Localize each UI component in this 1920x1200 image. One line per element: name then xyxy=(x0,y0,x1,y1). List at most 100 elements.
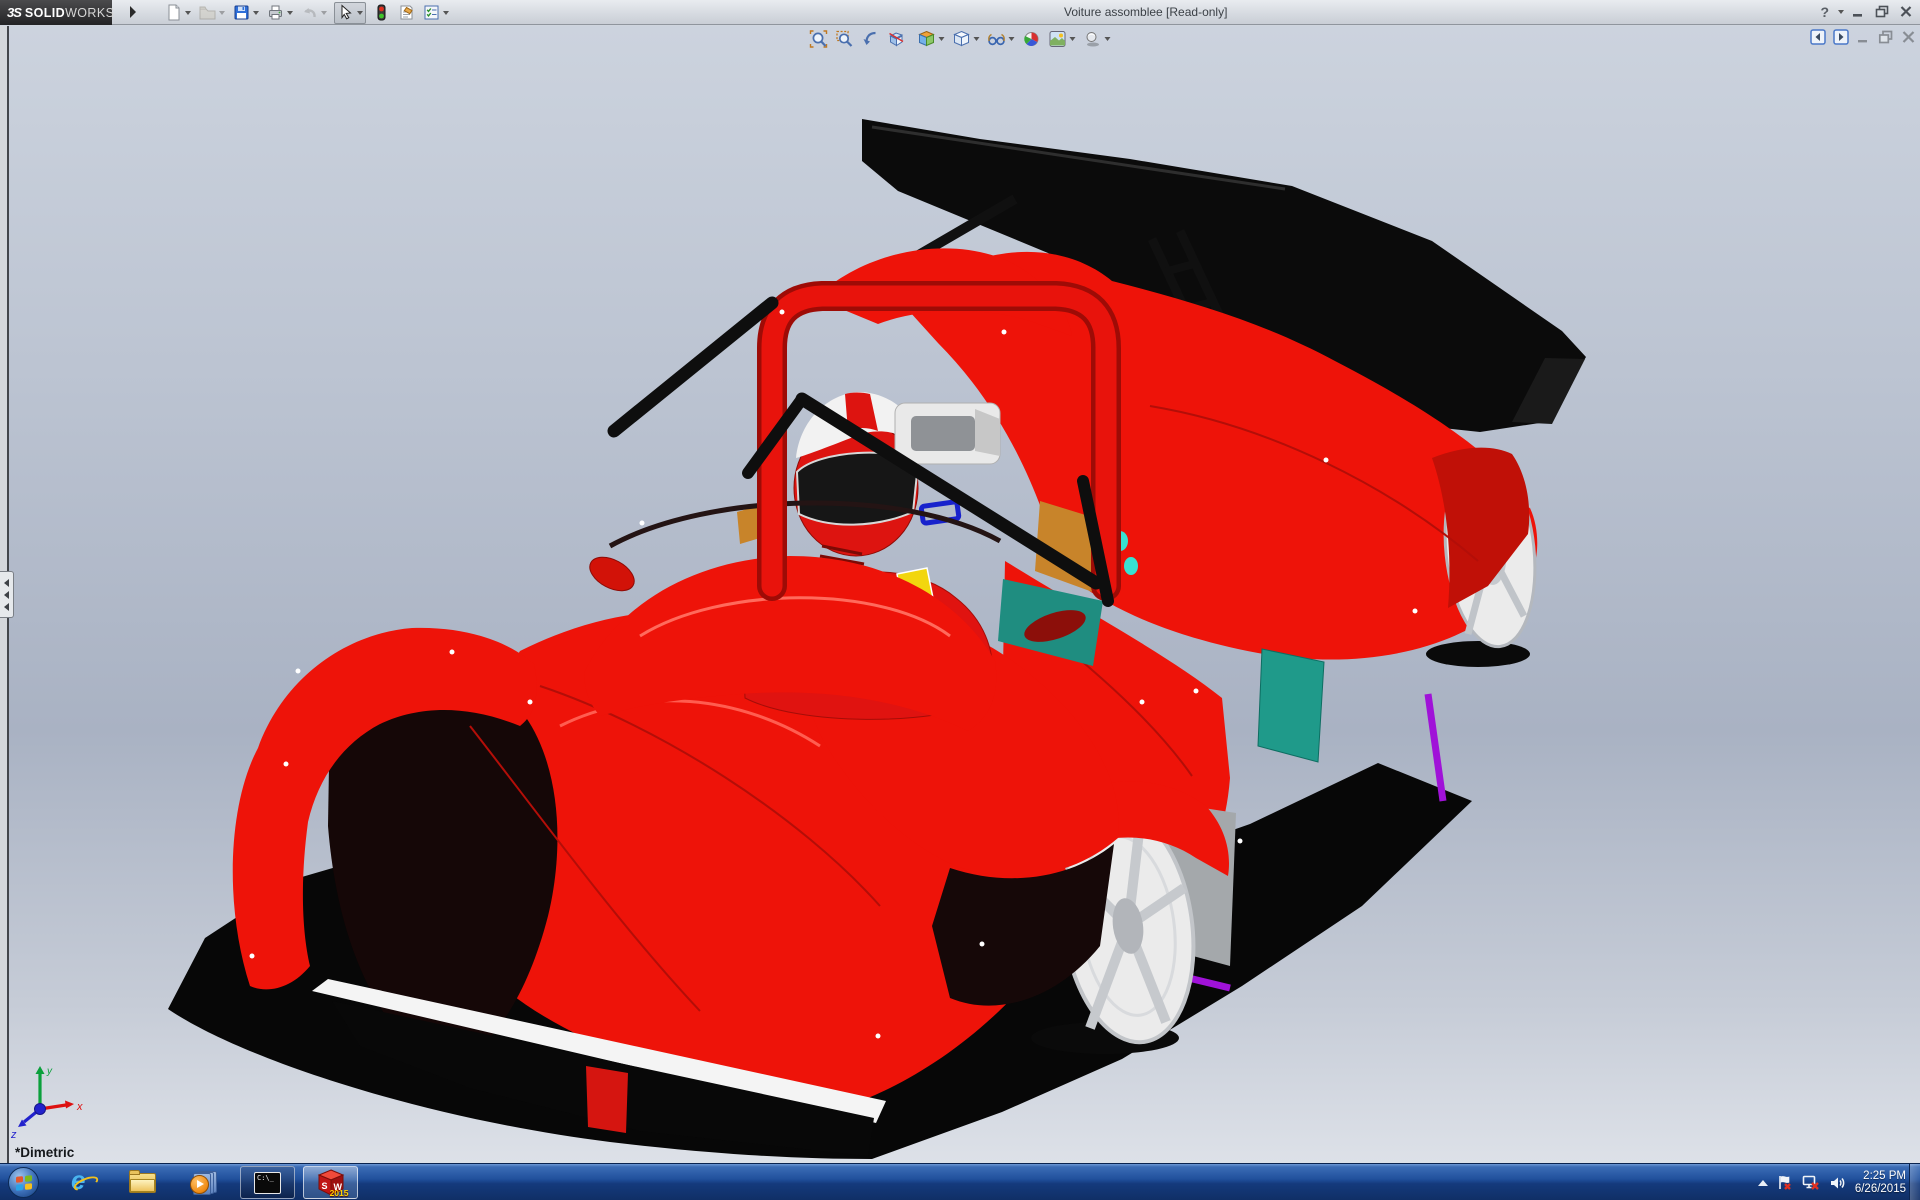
print-dropdown-caret[interactable] xyxy=(287,11,293,15)
taskbar-media-player[interactable] xyxy=(182,1166,226,1199)
start-button[interactable] xyxy=(8,1167,39,1198)
minimize-button[interactable] xyxy=(1848,2,1868,21)
side-panel-teal[interactable] xyxy=(1258,649,1324,762)
section-view-button[interactable] xyxy=(886,29,908,49)
view-settings-caret[interactable] xyxy=(1105,37,1111,41)
undo-dropdown-caret xyxy=(321,11,327,15)
triad-x-label: x xyxy=(76,1101,83,1113)
graphics-viewport[interactable]: y x z *Dimetric xyxy=(0,26,1920,1163)
apply-scene-icon xyxy=(1049,30,1067,48)
action-center-icon[interactable] xyxy=(1777,1174,1793,1191)
solidworks-version-badge: 2015 xyxy=(330,1188,349,1198)
rebuild-traffic-light-icon xyxy=(373,4,390,21)
new-document-button[interactable] xyxy=(164,2,192,24)
help-dropdown-caret[interactable] xyxy=(1838,10,1844,14)
select-tool-button[interactable] xyxy=(334,2,366,24)
media-player-icon xyxy=(190,1170,218,1196)
previous-view-icon xyxy=(862,30,880,48)
brand-works: WORKS xyxy=(65,6,114,20)
hide-show-items-caret[interactable] xyxy=(1009,37,1015,41)
close-button[interactable] xyxy=(1896,2,1916,21)
internet-explorer-icon: e xyxy=(71,1169,101,1197)
options-checklist-icon xyxy=(423,4,440,21)
edit-appearance-icon xyxy=(1023,30,1041,48)
doc-minimize-button[interactable] xyxy=(1856,30,1871,44)
window-controls: ? xyxy=(1818,2,1916,21)
zoom-to-area-icon xyxy=(836,30,854,48)
hide-show-items-button[interactable] xyxy=(986,29,1017,49)
folder-icon xyxy=(129,1173,156,1193)
tray-date: 6/26/2015 xyxy=(1855,1183,1906,1196)
side-mirror-left[interactable] xyxy=(584,550,640,597)
solidworks-icon: S W 2015 xyxy=(317,1169,345,1196)
options-button[interactable] xyxy=(422,2,450,24)
title-toolbar-bar: 3S SOLIDWORKS xyxy=(0,0,1920,25)
command-prompt-label: C:\_ xyxy=(257,1174,274,1182)
open-button xyxy=(198,2,226,24)
window-title: Voiture assomblee [Read-only] xyxy=(1064,5,1227,19)
rear-view-mirror[interactable] xyxy=(895,403,1000,464)
zoom-to-fit-button[interactable] xyxy=(808,29,830,49)
view-orientation-icon xyxy=(918,30,936,48)
save-dropdown-caret[interactable] xyxy=(253,11,259,15)
file-properties-button[interactable] xyxy=(397,2,416,24)
zoom-to-area-button[interactable] xyxy=(834,29,856,49)
new-dropdown-caret[interactable] xyxy=(185,11,191,15)
triad-y-label: y xyxy=(46,1066,53,1077)
doc-restore-button[interactable] xyxy=(1878,30,1894,44)
system-tray: 2:25 PM 6/26/2015 xyxy=(1758,1164,1906,1200)
document-window-controls xyxy=(1810,29,1916,45)
restore-icon xyxy=(1875,5,1890,18)
view-orientation-caret[interactable] xyxy=(939,37,945,41)
print-button[interactable] xyxy=(266,2,294,24)
edit-appearance-button[interactable] xyxy=(1021,29,1043,49)
restore-button[interactable] xyxy=(1872,2,1892,21)
reference-triad: y x z xyxy=(2,1062,94,1154)
race-car-model[interactable] xyxy=(168,119,1586,1159)
previous-view-button[interactable] xyxy=(860,29,882,49)
taskbar-command-prompt[interactable]: C:\_ xyxy=(240,1166,295,1199)
display-style-caret[interactable] xyxy=(974,37,980,41)
undo-button xyxy=(300,2,328,24)
pane-expand-left-button[interactable] xyxy=(1810,29,1826,45)
svg-text:S: S xyxy=(321,1181,327,1191)
options-dropdown-caret[interactable] xyxy=(443,11,449,15)
featuremanager-collapsed-tab[interactable] xyxy=(0,571,14,618)
triad-z-label: z xyxy=(10,1129,17,1141)
apply-scene-caret[interactable] xyxy=(1070,37,1076,41)
network-status-icon[interactable] xyxy=(1802,1175,1820,1191)
print-icon xyxy=(267,4,284,21)
select-cursor-icon xyxy=(337,4,354,21)
open-folder-icon xyxy=(199,4,216,21)
save-button[interactable] xyxy=(232,2,260,24)
graphics-area[interactable] xyxy=(0,26,1920,1163)
taskbar-internet-explorer[interactable]: e xyxy=(64,1166,108,1199)
standard-toolbar xyxy=(164,1,456,24)
dassault-systemes-logo-icon: 3S xyxy=(7,5,21,20)
taskbar-windows-explorer[interactable] xyxy=(120,1166,164,1199)
taskbar: e C:\_ S W xyxy=(0,1163,1920,1200)
select-dropdown-caret[interactable] xyxy=(357,11,363,15)
heads-up-view-toolbar xyxy=(806,28,1115,49)
windows-logo-icon xyxy=(16,1175,32,1191)
apply-scene-button[interactable] xyxy=(1047,29,1078,49)
show-hidden-icons-button[interactable] xyxy=(1758,1180,1768,1186)
view-orientation-button[interactable] xyxy=(916,29,947,49)
menu-expand-arrow-icon[interactable] xyxy=(130,6,136,18)
section-view-icon xyxy=(888,30,906,48)
show-desktop-button[interactable] xyxy=(1909,1164,1920,1200)
doc-close-button[interactable] xyxy=(1901,30,1916,44)
pane-expand-right-button[interactable] xyxy=(1833,29,1849,45)
rebuild-button[interactable] xyxy=(372,2,391,24)
view-orientation-label: *Dimetric xyxy=(15,1145,74,1160)
taskbar-solidworks[interactable]: S W 2015 xyxy=(303,1166,358,1199)
tray-clock[interactable]: 2:25 PM 6/26/2015 xyxy=(1855,1170,1906,1196)
help-button[interactable]: ? xyxy=(1818,4,1831,20)
zoom-to-fit-icon xyxy=(810,30,828,48)
display-style-button[interactable] xyxy=(951,29,982,49)
volume-icon[interactable] xyxy=(1829,1175,1846,1191)
screen: 3S SOLIDWORKS xyxy=(0,0,1920,1200)
undo-icon xyxy=(301,4,318,21)
open-dropdown-caret xyxy=(219,11,225,15)
view-settings-button[interactable] xyxy=(1082,29,1113,49)
